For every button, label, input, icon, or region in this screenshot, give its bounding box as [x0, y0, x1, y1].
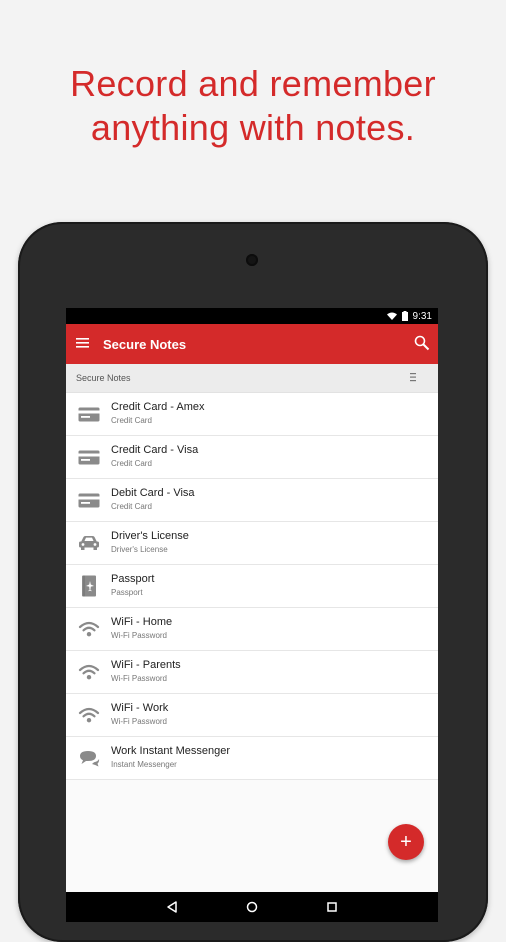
status-time: 9:31 — [412, 310, 432, 322]
app-screen: 9:31 Secure Notes Secure Notes Credit Ca… — [66, 308, 438, 922]
recents-icon[interactable] — [325, 900, 339, 914]
wifi-icon — [77, 660, 101, 684]
search-icon[interactable] — [414, 335, 430, 351]
note-title: Debit Card - Visa — [111, 487, 195, 499]
wifi-status-icon — [386, 312, 397, 320]
status-bar: 9:31 — [66, 308, 438, 324]
note-item-drivers-license[interactable]: Driver's License Driver's License — [66, 522, 438, 565]
note-type: Wi-Fi Password — [111, 717, 168, 726]
car-icon — [77, 531, 101, 555]
credit-card-icon — [77, 402, 101, 426]
headline-line-1: Record and remember — [70, 63, 436, 104]
back-icon[interactable] — [165, 900, 179, 914]
battery-icon — [401, 311, 408, 321]
note-item-wifi-work[interactable]: WiFi - Work Wi-Fi Password — [66, 694, 438, 737]
tablet-frame: 9:31 Secure Notes Secure Notes Credit Ca… — [18, 222, 488, 942]
note-type: Credit Card — [111, 502, 152, 511]
notes-list: Credit Card - Amex Credit Card Credit Ca… — [66, 393, 438, 780]
note-title: WiFi - Parents — [111, 659, 181, 671]
credit-card-icon — [77, 488, 101, 512]
note-type: Credit Card — [111, 459, 152, 468]
wifi-icon — [77, 617, 101, 641]
note-type: Wi-Fi Password — [111, 631, 168, 640]
note-title: WiFi - Home — [111, 616, 173, 628]
note-item-credit-card-visa[interactable]: Credit Card - Visa Credit Card — [66, 436, 438, 479]
system-nav-bar — [66, 892, 438, 922]
camera-icon — [246, 254, 258, 266]
note-title: Passport — [111, 573, 155, 585]
note-type: Instant Messenger — [111, 760, 177, 769]
app-title: Secure Notes — [103, 336, 187, 352]
home-icon[interactable] — [245, 900, 259, 914]
headline-line-2: anything with notes. — [90, 107, 416, 148]
note-type: Wi-Fi Password — [111, 674, 168, 683]
headline: Record and remember anything with notes. — [0, 62, 506, 150]
note-title: Credit Card - Visa — [111, 444, 199, 456]
credit-card-icon — [77, 445, 101, 469]
wifi-icon — [77, 703, 101, 727]
note-title: Work Instant Messenger — [111, 745, 231, 757]
chat-bubbles-icon — [77, 746, 101, 770]
note-item-passport[interactable]: Passport Passport — [66, 565, 438, 608]
note-item-debit-card-visa[interactable]: Debit Card - Visa Credit Card — [66, 479, 438, 522]
note-type: Passport — [111, 588, 143, 597]
passport-icon — [77, 574, 101, 598]
note-type: Credit Card — [111, 416, 152, 425]
note-type: Driver's License — [111, 545, 168, 554]
list-section-header: Secure Notes — [66, 364, 438, 393]
note-title: Credit Card - Amex — [111, 401, 205, 413]
add-note-button[interactable]: + — [388, 824, 424, 860]
note-title: WiFi - Work — [111, 702, 169, 714]
app-bar: Secure Notes — [66, 324, 438, 364]
hamburger-menu-icon[interactable] — [76, 337, 90, 349]
note-item-wifi-parents[interactable]: WiFi - Parents Wi-Fi Password — [66, 651, 438, 694]
note-title: Driver's License — [111, 530, 189, 542]
sort-icon[interactable] — [410, 373, 418, 382]
note-item-work-instant-messenger[interactable]: Work Instant Messenger Instant Messenger — [66, 737, 438, 780]
section-label: Secure Notes — [76, 373, 131, 383]
note-item-wifi-home[interactable]: WiFi - Home Wi-Fi Password — [66, 608, 438, 651]
note-item-credit-card-amex[interactable]: Credit Card - Amex Credit Card — [66, 393, 438, 436]
